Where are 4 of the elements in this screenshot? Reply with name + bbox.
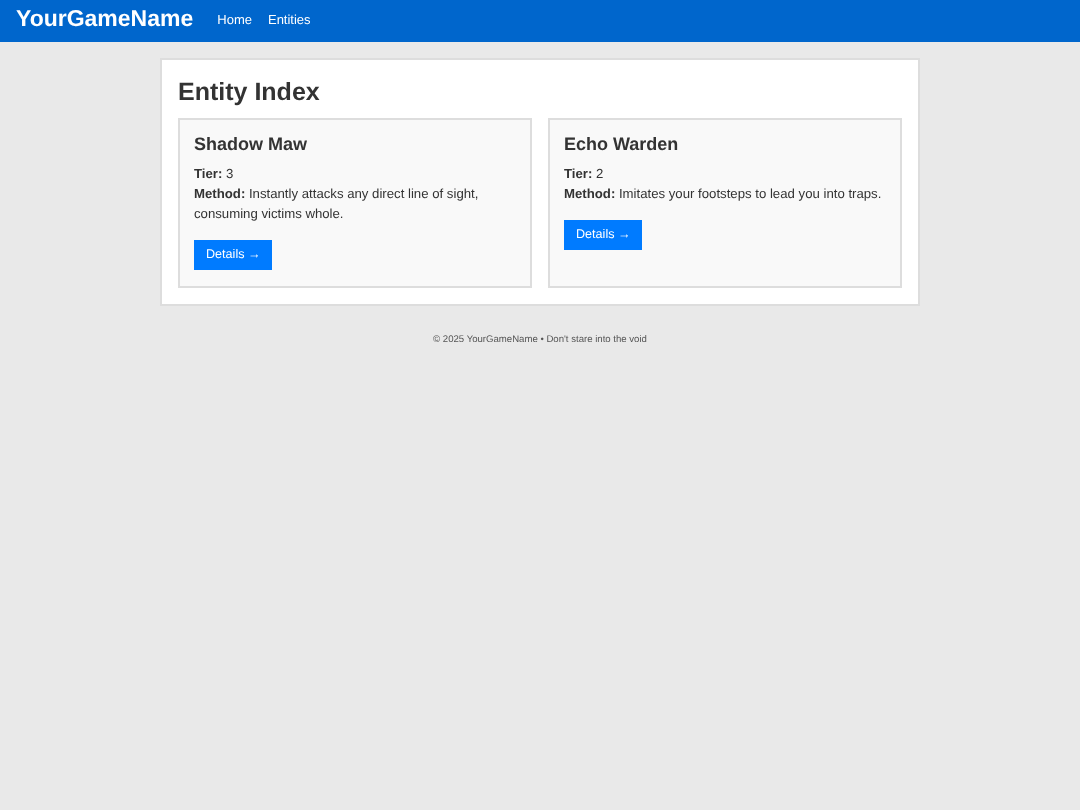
page-title: Entity Index [178, 78, 322, 108]
entity-name: Shadow Maw [194, 134, 310, 156]
brand-link[interactable]: YourGameName [16, 3, 194, 39]
entity-name: Echo Warden [564, 134, 681, 156]
